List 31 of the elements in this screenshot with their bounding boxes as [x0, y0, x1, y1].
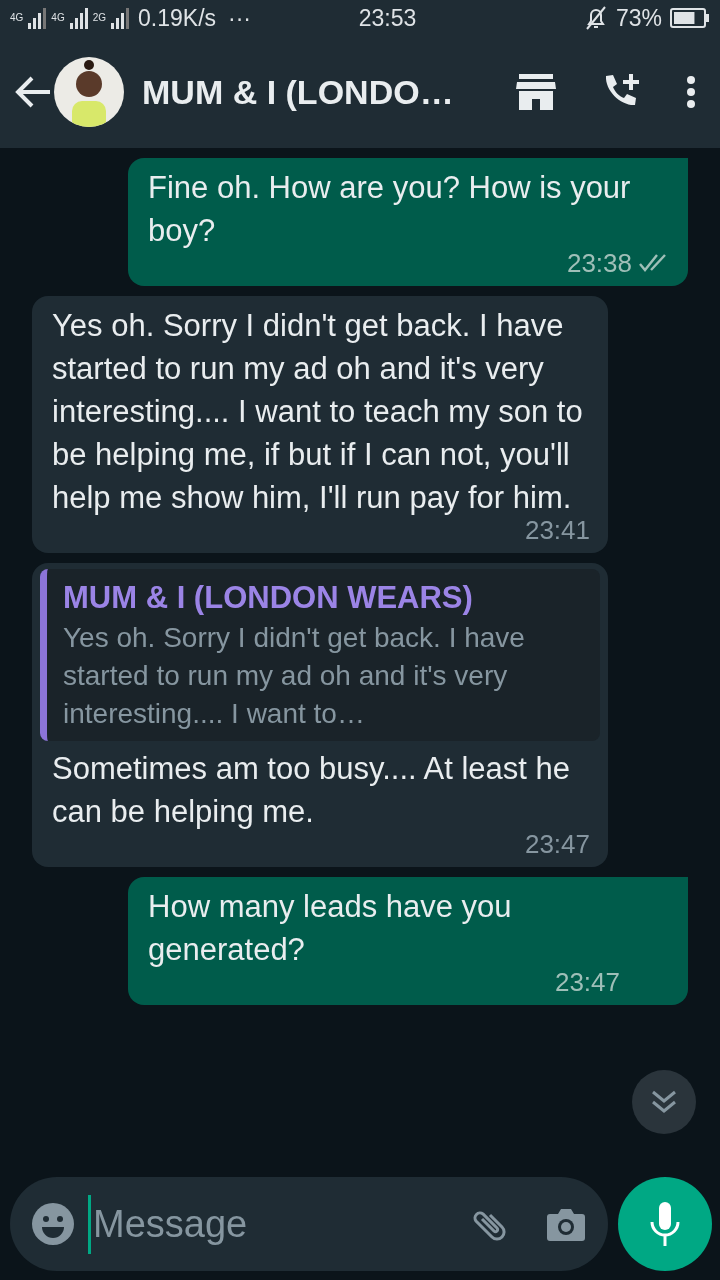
battery-icon: [670, 7, 710, 29]
message-text: Yes oh. Sorry I didn't get back. I have started to run my ad oh and it's very interesting.... I want to teach my son to be helping me, if but if I can not, you'll help me show him, I'll run pay for him.: [52, 307, 584, 517]
quoted-author: MUM & I (LONDON WEARS): [63, 579, 474, 617]
double-chevron-icon: [651, 1090, 677, 1114]
signal-icon: [110, 7, 131, 29]
quoted-message[interactable]: MUM & I (LONDON WEARS) Yes oh. Sorry I didn't get back. I have started to run my ad oh and it's very interesting.... I want to…: [40, 569, 600, 741]
microphone-icon: [649, 1202, 681, 1246]
message-time: 23:47: [554, 967, 620, 997]
quoted-text: Yes oh. Sorry I didn't get back. I have started to run my ad oh and it's very interesting.... I want to…: [63, 621, 526, 731]
network-speed: 0.19K/s: [138, 3, 217, 33]
network-label: 4G: [51, 13, 65, 23]
message-time: 23:47: [524, 829, 590, 859]
network-label: 4G: [10, 13, 24, 23]
more-options-icon[interactable]: [686, 76, 696, 108]
message-input[interactable]: Message: [88, 1194, 450, 1254]
message-time: 23:38: [566, 248, 632, 278]
message-text: Sometimes am too busy.... At least he can be helping me.: [52, 750, 572, 831]
signal-icon: [27, 7, 48, 29]
more-indicator: ···: [228, 3, 251, 33]
battery-percent: 73%: [615, 3, 662, 33]
clock: 23:53: [357, 3, 418, 33]
message-text: How many leads have you generated?: [148, 888, 513, 969]
emoji-icon: [32, 1203, 74, 1245]
message-field[interactable]: Message: [10, 1177, 608, 1271]
shop-icon[interactable]: [516, 74, 556, 110]
mute-bell-icon: [583, 5, 608, 31]
message-time: 23:41: [524, 515, 590, 545]
network-label: 2G: [92, 13, 107, 23]
signal-icon: [68, 7, 89, 29]
camera-icon[interactable]: [546, 1206, 586, 1242]
message-text: Fine oh. How are you? How is your boy?: [148, 169, 632, 250]
